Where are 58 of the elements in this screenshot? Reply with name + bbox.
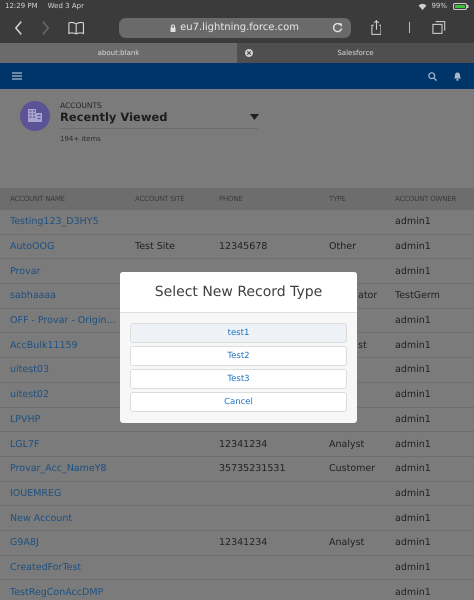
table-cell-text: admin1 — [395, 537, 432, 548]
table-cell-text: admin1 — [395, 241, 432, 252]
back-icon[interactable] — [14, 20, 24, 36]
battery-icon — [453, 2, 469, 10]
table-cell-text: admin1 — [395, 414, 432, 425]
table-cell-text: admin1 — [395, 512, 432, 524]
table-cell-text: Other — [329, 241, 357, 252]
table-cell-text: admin1 — [395, 266, 432, 277]
account-link[interactable]: New Account — [10, 512, 135, 524]
account-link[interactable]: G9A8J — [10, 537, 135, 548]
table-cell-text: admin1 — [395, 438, 432, 450]
table-cell-text: 35735231531 — [219, 463, 286, 474]
account-link[interactable]: Testing123_D3HY5 — [10, 216, 135, 228]
account-link[interactable]: Provar_Acc_NameY8 — [10, 463, 135, 474]
bell-icon[interactable] — [453, 71, 462, 81]
bookmarks-icon[interactable] — [68, 20, 85, 34]
reload-icon[interactable] — [332, 22, 343, 33]
building-icon — [20, 101, 50, 131]
table-cell-text: Customer — [329, 463, 376, 474]
table-cell-text: admin1 — [395, 340, 432, 351]
table-cell-text: TestGerm — [395, 290, 441, 302]
account-link[interactable]: IOUEMREG — [10, 488, 135, 499]
table-cell-text: admin1 — [395, 389, 432, 400]
table-cell-text: Analyst — [329, 537, 366, 548]
table-cell-text: ator — [357, 290, 378, 302]
record-type-button[interactable]: Test2 — [130, 346, 347, 366]
table-cell-text: 12341234 — [219, 438, 268, 450]
menu-icon[interactable] — [12, 72, 22, 80]
wifi-icon — [418, 2, 428, 10]
table-cell-text: Analyst — [329, 438, 366, 450]
tabs-icon[interactable] — [432, 20, 446, 35]
table-cell-text: 12345678 — [219, 241, 268, 252]
record-type-button[interactable]: Test3 — [130, 369, 347, 389]
account-link[interactable]: CreatedForTest — [10, 562, 135, 573]
lock-icon — [170, 24, 176, 32]
share-icon[interactable] — [370, 19, 382, 36]
record-type-button[interactable]: test1 — [130, 323, 347, 343]
table-cell-text: admin1 — [395, 216, 432, 228]
table-cell-text: admin1 — [395, 315, 432, 326]
account-link[interactable]: TestRegConAccDMP — [10, 586, 135, 598]
table-cell-text: admin1 — [395, 562, 432, 573]
table-cell-text: 12341234 — [219, 537, 268, 548]
account-link[interactable]: LGL7F — [10, 438, 135, 450]
table-cell-text: st — [357, 340, 368, 351]
dialog-title: Select New Record Type — [120, 272, 357, 313]
close-icon[interactable] — [245, 49, 253, 57]
record-type-button[interactable]: Cancel — [130, 392, 347, 412]
account-link[interactable]: AutoOOG — [10, 241, 135, 252]
list-view-picker[interactable]: Recently Viewed — [60, 110, 258, 129]
table-cell-text: admin1 — [395, 488, 432, 499]
search-icon[interactable] — [428, 72, 437, 80]
dropdown-icon — [250, 114, 259, 120]
table-cell-text: admin1 — [395, 364, 432, 376]
address-bar[interactable]: eu7.lightning.force.com — [118, 18, 351, 38]
table-cell-text: Test Site — [135, 241, 176, 252]
table-cell-text: admin1 — [395, 463, 432, 474]
url-text: eu7.lightning.force.com — [180, 22, 299, 33]
table-cell-text: admin1 — [395, 586, 432, 598]
